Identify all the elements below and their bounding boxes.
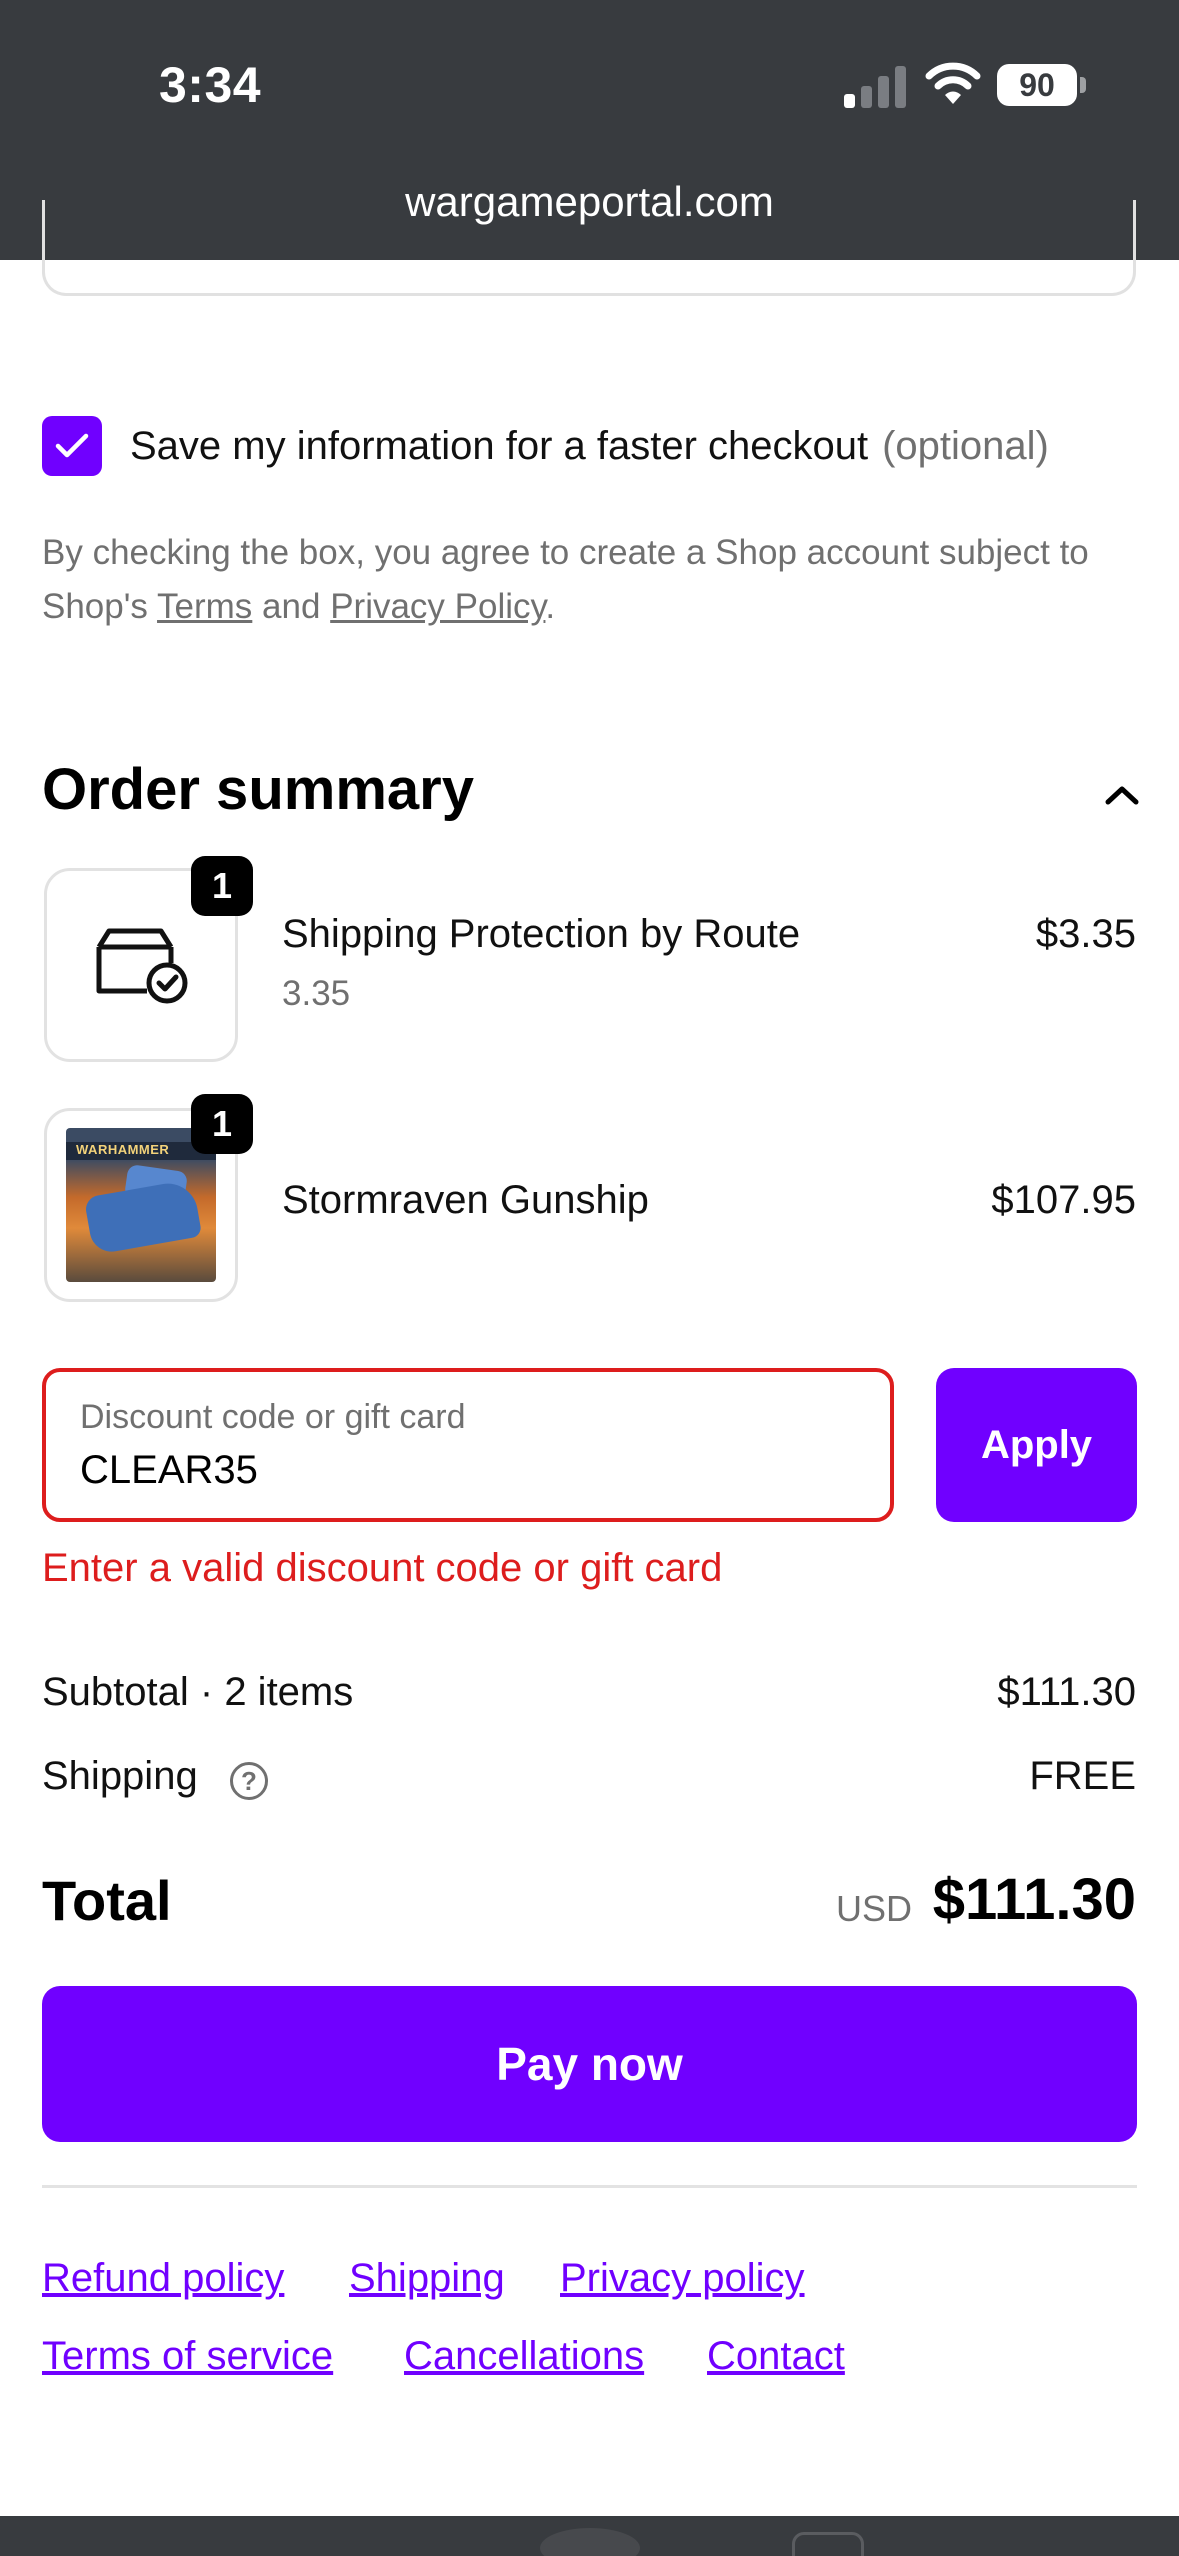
consent-period: . [545,587,556,626]
total-value: $111.30 [932,1867,1136,1932]
item-quantity-badge: 1 [191,856,253,916]
discount-error-message: Enter a valid discount code or gift card [42,1546,723,1590]
refund-policy-link[interactable]: Refund policy [42,2256,284,2301]
item-name: Shipping Protection by Route [282,912,801,956]
box-art-logo: WARHAMMER [76,1142,170,1157]
item-price: $107.95 [991,1178,1136,1222]
save-info-text: Save my information for a faster checkou… [130,424,869,468]
shipping-label: Shipping [42,1754,198,1798]
product-box-art-image: WARHAMMER [66,1128,216,1282]
shipping-policy-link[interactable]: Shipping [349,2256,505,2301]
cancellations-link[interactable]: Cancellations [404,2334,644,2379]
subtotal-value: $111.30 [997,1670,1136,1714]
item-name: Stormraven Gunship [282,1178,649,1222]
subtotal-label: Subtotal · 2 items [42,1670,354,1714]
shop-consent-text: By checking the box, you agree to create… [42,526,1102,634]
status-time: 3:34 [159,57,262,113]
save-info-checkbox[interactable] [42,416,102,476]
browser-toolbar [0,2516,1179,2556]
battery-tip [1080,77,1086,93]
cellular-signal-icon [844,62,906,108]
help-icon[interactable]: ? [230,1762,268,1800]
toolbar-button[interactable] [540,2528,640,2556]
previous-input-field[interactable] [42,200,1136,296]
chevron-up-icon[interactable] [1100,780,1144,810]
privacy-policy-footer-link[interactable]: Privacy policy [560,2256,805,2301]
optional-text: (optional) [882,424,1049,468]
contact-link[interactable]: Contact [707,2334,845,2379]
save-info-label[interactable]: Save my information for a faster checkou… [130,424,1049,469]
terms-link[interactable]: Terms [157,587,252,626]
shipping-value: FREE [1029,1754,1136,1798]
discount-input-label: Discount code or gift card [80,1398,466,1436]
package-check-icon [96,928,188,1004]
item-price: $3.35 [1035,912,1136,956]
pay-now-button[interactable]: Pay now [42,1986,1137,2142]
checkout-page: 3:34 90 wargameportal.com Save my inform… [0,0,1179,2556]
toolbar-button[interactable] [792,2532,864,2556]
discount-code-input[interactable]: Discount code or gift card CLEAR35 [42,1368,894,1522]
total-label: Total [42,1869,172,1932]
footer-divider [42,2185,1137,2188]
consent-and: and [262,587,321,626]
discount-input-value: CLEAR35 [80,1448,258,1492]
order-summary-title[interactable]: Order summary [42,756,474,823]
apply-discount-button[interactable]: Apply [936,1368,1137,1522]
total-currency: USD [836,1888,913,1929]
checkmark-icon [55,433,89,458]
battery-indicator: 90 [997,64,1077,106]
privacy-policy-link[interactable]: Privacy Policy [330,587,545,626]
terms-of-service-link[interactable]: Terms of service [42,2334,333,2379]
wifi-icon [925,62,981,104]
item-variant: 3.35 [282,974,351,1013]
item-quantity-badge: 1 [191,1094,253,1154]
